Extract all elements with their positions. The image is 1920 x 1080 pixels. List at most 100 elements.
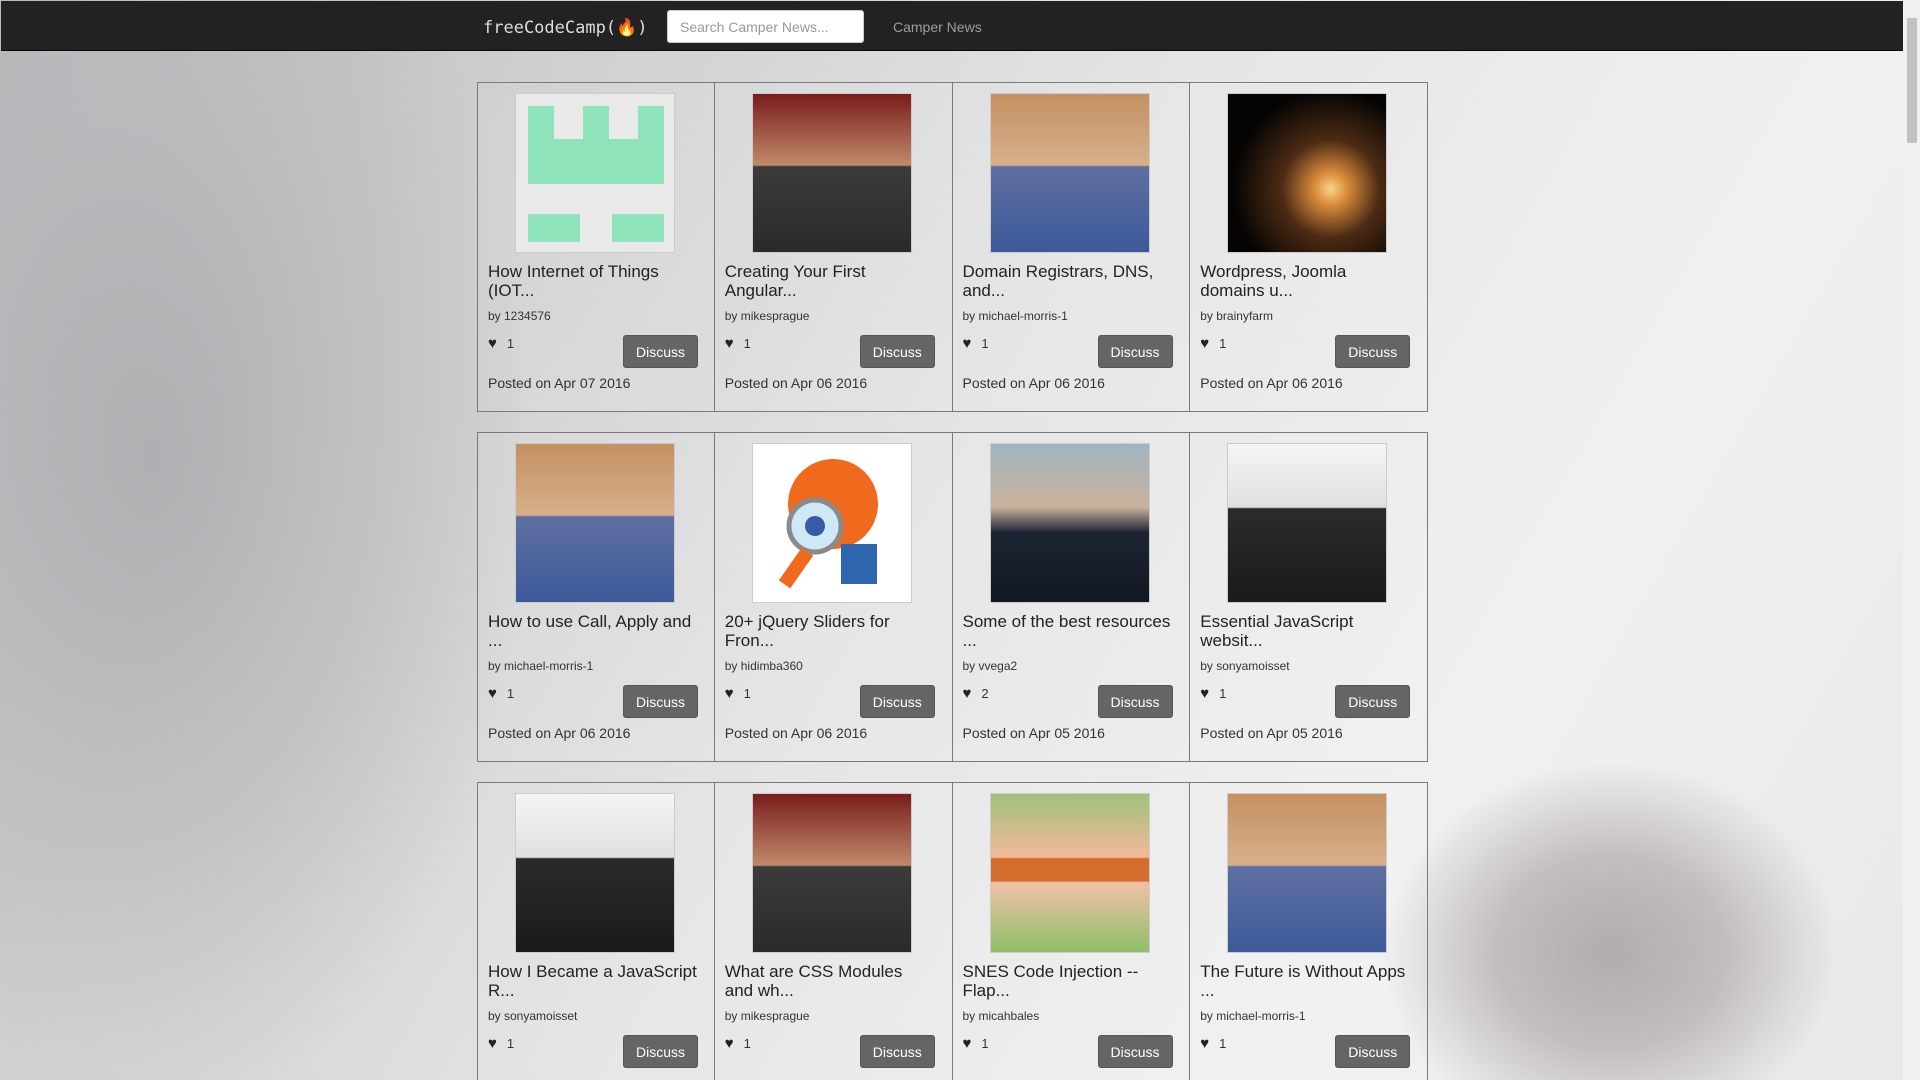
heart-icon[interactable]: ♥ [488,1035,497,1052]
post-title[interactable]: Domain Registrars, DNS, and... [963,262,1173,300]
like-count: 1 [981,1036,989,1051]
post-title[interactable]: 20+ jQuery Sliders for Fron... [725,612,935,650]
post-title[interactable]: Creating Your First Angular... [725,262,935,300]
post-date: Posted on Apr 05 2016 [1200,725,1343,741]
post-thumbnail[interactable] [751,793,912,953]
post-title[interactable]: How Internet of Things (IOT... [488,262,698,300]
post-thumbnail[interactable] [989,93,1150,253]
heart-icon[interactable]: ♥ [488,335,497,352]
post-date: Posted on Apr 05 2016 [962,725,1105,741]
discuss-button[interactable]: Discuss [623,1035,698,1068]
discuss-button[interactable]: Discuss [1335,685,1411,718]
post-author[interactable]: by brainyfarm [1200,309,1273,323]
post-title[interactable]: The Future is Without Apps ... [1200,962,1410,1000]
magnifier-cartoon-icon [778,459,878,589]
heart-icon[interactable]: ♥ [963,1035,972,1052]
discuss-button[interactable]: Discuss [623,685,698,718]
post-likes: ♥ 1 [725,1035,751,1052]
post-author[interactable]: by michael-morris-1 [963,309,1068,323]
post-title[interactable]: SNES Code Injection -- Flap... [963,962,1173,1000]
discuss-button[interactable]: Discuss [1097,335,1173,368]
post-author[interactable]: by vvega2 [963,659,1018,673]
post-thumbnail[interactable] [751,93,912,253]
post-likes: ♥ 1 [725,335,751,352]
post-date: Posted on Apr 06 2016 [724,375,868,391]
scrollbar-thumb[interactable] [1907,18,1917,143]
post-title[interactable]: Some of the best resources ... [963,612,1173,650]
post-likes: ♥ 1 [488,335,514,352]
post-likes: ♥ 1 [488,685,514,702]
post-author[interactable]: by 1234576 [488,309,551,323]
heart-icon[interactable]: ♥ [725,1035,734,1052]
post-title[interactable]: How I Became a JavaScript R... [488,962,698,1000]
like-count: 1 [1219,686,1227,701]
post-date: Posted on Apr 06 2016 [724,725,868,741]
discuss-button[interactable]: Discuss [1335,1035,1411,1068]
heart-icon[interactable]: ♥ [963,685,972,702]
brand-logo[interactable]: freeCodeCamp(🔥) [483,18,647,38]
like-count: 1 [981,336,989,351]
post-author[interactable]: by mikesprague [725,309,810,323]
post-author[interactable]: by micahbales [963,1009,1040,1023]
post-date: Posted on Apr 06 2016 [962,375,1105,391]
heart-icon[interactable]: ♥ [725,685,734,702]
post-thumbnail[interactable] [515,443,675,603]
heart-icon[interactable]: ♥ [1200,1035,1209,1052]
post-author[interactable]: by sonyamoisset [488,1009,577,1023]
post-card: The Future is Without Apps ... by michae… [1190,782,1428,1080]
like-count: 1 [743,686,751,701]
discuss-button[interactable]: Discuss [859,1035,935,1068]
post-card: How to use Call, Apply and ... by michae… [477,432,715,762]
heart-icon[interactable]: ♥ [963,335,972,352]
post-thumbnail[interactable] [989,793,1150,953]
search-input[interactable] [667,10,864,43]
post-author[interactable]: by michael-morris-1 [1200,1009,1305,1023]
post-title[interactable]: What are CSS Modules and wh... [725,962,935,1000]
post-card: Some of the best resources ... by vvega2… [952,432,1191,762]
nav-link-camper-news[interactable]: Camper News [893,19,982,35]
heart-icon[interactable]: ♥ [488,685,497,702]
heart-icon[interactable]: ♥ [1200,685,1209,702]
discuss-button[interactable]: Discuss [859,685,935,718]
post-thumbnail[interactable] [1227,93,1388,253]
posts-grid: How Internet of Things (IOT... by 123457… [477,82,1428,1080]
post-date: Posted on Apr 07 2016 [488,375,631,391]
discuss-button[interactable]: Discuss [1097,1035,1173,1068]
post-likes: ♥ 1 [725,685,751,702]
posts-row: How I Became a JavaScript R... by sonyam… [477,782,1428,1080]
navbar: freeCodeCamp(🔥) Camper News [1,1,1903,51]
post-author[interactable]: by michael-morris-1 [488,659,593,673]
post-likes: ♥ 1 [488,1035,514,1052]
heart-icon[interactable]: ♥ [1200,335,1209,352]
post-title[interactable]: Wordpress, Joomla domains u... [1200,262,1410,300]
post-likes: ♥ 1 [1200,335,1226,352]
post-thumbnail[interactable] [1227,793,1388,953]
post-title[interactable]: Essential JavaScript websit... [1200,612,1410,650]
post-thumbnail[interactable] [515,793,675,953]
post-card: Wordpress, Joomla domains u... by brainy… [1190,82,1428,412]
discuss-button[interactable]: Discuss [623,335,698,368]
heart-icon[interactable]: ♥ [725,335,734,352]
post-likes: ♥ 1 [1200,1035,1226,1052]
post-card: Creating Your First Angular... by mikesp… [714,82,953,412]
post-thumbnail[interactable] [515,93,675,253]
post-thumbnail[interactable] [1227,443,1388,603]
post-title[interactable]: How to use Call, Apply and ... [488,612,698,650]
discuss-button[interactable]: Discuss [859,335,935,368]
fcc-castle-logo-icon [528,106,664,242]
post-likes: ♥ 2 [963,685,989,702]
post-author[interactable]: by hidimba360 [725,659,803,673]
post-card: How I Became a JavaScript R... by sonyam… [477,782,715,1080]
post-thumbnail[interactable] [751,443,912,603]
discuss-button[interactable]: Discuss [1097,685,1173,718]
like-count: 1 [743,1036,751,1051]
discuss-button[interactable]: Discuss [1335,335,1411,368]
post-thumbnail[interactable] [989,443,1150,603]
like-count: 1 [506,1036,515,1051]
vertical-scrollbar[interactable] [1903,0,1920,1080]
like-count: 2 [981,686,989,701]
post-author[interactable]: by sonyamoisset [1200,659,1289,673]
post-card: Essential JavaScript websit... by sonyam… [1190,432,1428,762]
post-card: 20+ jQuery Sliders for Fron... by hidimb… [714,432,953,762]
post-author[interactable]: by mikesprague [725,1009,810,1023]
